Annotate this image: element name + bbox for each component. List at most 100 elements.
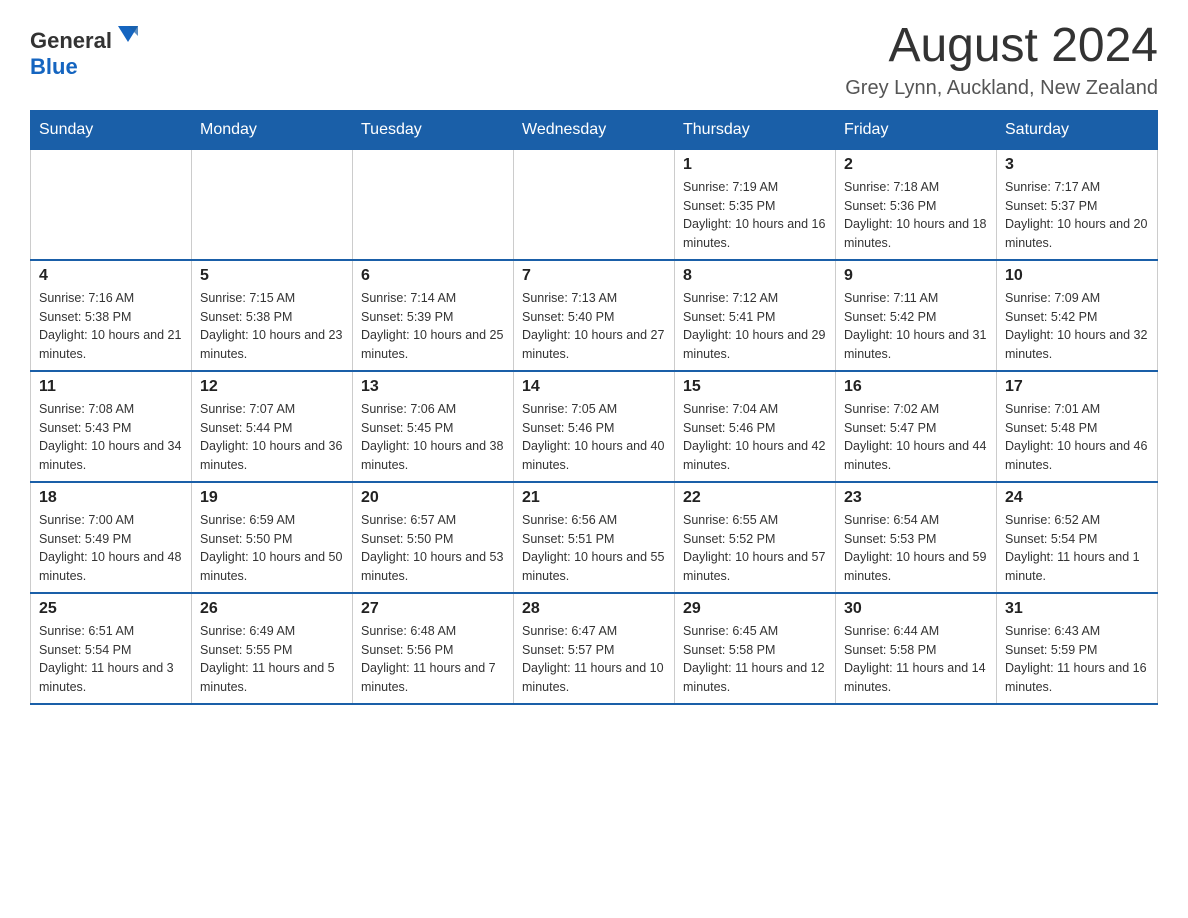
day-number: 27 bbox=[361, 600, 505, 618]
day-number: 28 bbox=[522, 600, 666, 618]
calendar-cell bbox=[192, 149, 353, 260]
calendar-cell: 26 Sunrise: 6:49 AM Sunset: 5:55 PM Dayli… bbox=[192, 593, 353, 704]
day-number: 15 bbox=[683, 378, 827, 396]
column-header-monday: Monday bbox=[192, 110, 353, 149]
day-number: 26 bbox=[200, 600, 344, 618]
calendar-cell bbox=[514, 149, 675, 260]
day-info: Sunrise: 7:12 AM Sunset: 5:41 PM Dayligh… bbox=[683, 289, 827, 364]
day-number: 12 bbox=[200, 378, 344, 396]
calendar-cell: 14Sunrise: 7:05 AM Sunset: 5:46 PM Dayli… bbox=[514, 371, 675, 482]
calendar-cell: 30Sunrise: 6:44 AM Sunset: 5:58 PM Dayli… bbox=[836, 593, 997, 704]
day-number: 13 bbox=[361, 378, 505, 396]
column-header-friday: Friday bbox=[836, 110, 997, 149]
day-info: Sunrise: 7:07 AM Sunset: 5:44 PM Dayligh… bbox=[200, 400, 344, 475]
day-info: Sunrise: 6:59 AM Sunset: 5:50 PM Dayligh… bbox=[200, 511, 344, 586]
day-info: Sunrise: 6:57 AM Sunset: 5:50 PM Dayligh… bbox=[361, 511, 505, 586]
calendar-cell: 28 Sunrise: 6:47 AM Sunset: 5:57 PM Dayli… bbox=[514, 593, 675, 704]
day-number: 21 bbox=[522, 489, 666, 507]
calendar-cell: 29 Sunrise: 6:45 AM Sunset: 5:58 PM Dayli… bbox=[675, 593, 836, 704]
column-header-wednesday: Wednesday bbox=[514, 110, 675, 149]
day-info: Sunrise: 7:17 AM Sunset: 5:37 PM Dayligh… bbox=[1005, 178, 1149, 253]
calendar-cell: 27 Sunrise: 6:48 AM Sunset: 5:56 PM Dayli… bbox=[353, 593, 514, 704]
day-number: 5 bbox=[200, 267, 344, 285]
day-info: Sunrise: 6:47 AM Sunset: 5:57 PM Dayligh… bbox=[522, 622, 666, 697]
calendar-cell: 17Sunrise: 7:01 AM Sunset: 5:48 PM Dayli… bbox=[997, 371, 1158, 482]
day-number: 7 bbox=[522, 267, 666, 285]
day-info: Sunrise: 7:13 AM Sunset: 5:40 PM Dayligh… bbox=[522, 289, 666, 364]
page-header: General Blue August 2024 Grey Lynn, Auck… bbox=[30, 20, 1158, 100]
logo-triangle-icon bbox=[114, 20, 142, 48]
day-info: Sunrise: 6:48 AM Sunset: 5:56 PM Dayligh… bbox=[361, 622, 505, 697]
day-info: Sunrise: 6:52 AM Sunset: 5:54 PM Dayligh… bbox=[1005, 511, 1149, 586]
calendar-cell: 2 Sunrise: 7:18 AM Sunset: 5:36 PM Daylig… bbox=[836, 149, 997, 260]
day-info: Sunrise: 7:18 AM Sunset: 5:36 PM Dayligh… bbox=[844, 178, 988, 253]
calendar-cell: 13 Sunrise: 7:06 AM Sunset: 5:45 PM Dayli… bbox=[353, 371, 514, 482]
day-info: Sunrise: 7:11 AM Sunset: 5:42 PM Dayligh… bbox=[844, 289, 988, 364]
calendar-cell: 9Sunrise: 7:11 AM Sunset: 5:42 PM Daylig… bbox=[836, 260, 997, 371]
calendar-table: SundayMondayTuesdayWednesdayThursdayFrid… bbox=[30, 110, 1158, 705]
calendar-cell: 22Sunrise: 6:55 AM Sunset: 5:52 PM Dayli… bbox=[675, 482, 836, 593]
calendar-cell: 24 Sunrise: 6:52 AM Sunset: 5:54 PM Dayli… bbox=[997, 482, 1158, 593]
day-info: Sunrise: 7:09 AM Sunset: 5:42 PM Dayligh… bbox=[1005, 289, 1149, 364]
calendar-cell: 25Sunrise: 6:51 AM Sunset: 5:54 PM Dayli… bbox=[31, 593, 192, 704]
day-info: Sunrise: 6:49 AM Sunset: 5:55 PM Dayligh… bbox=[200, 622, 344, 697]
title-section: August 2024 Grey Lynn, Auckland, New Zea… bbox=[845, 20, 1158, 100]
day-number: 31 bbox=[1005, 600, 1149, 618]
calendar-cell: 10 Sunrise: 7:09 AM Sunset: 5:42 PM Dayli… bbox=[997, 260, 1158, 371]
day-info: Sunrise: 6:56 AM Sunset: 5:51 PM Dayligh… bbox=[522, 511, 666, 586]
logo-text-blue: Blue bbox=[30, 54, 78, 79]
day-number: 17 bbox=[1005, 378, 1149, 396]
day-number: 1 bbox=[683, 156, 827, 174]
calendar-week-row: 25Sunrise: 6:51 AM Sunset: 5:54 PM Dayli… bbox=[31, 593, 1158, 704]
day-info: Sunrise: 6:54 AM Sunset: 5:53 PM Dayligh… bbox=[844, 511, 988, 586]
calendar-cell: 21 Sunrise: 6:56 AM Sunset: 5:51 PM Dayli… bbox=[514, 482, 675, 593]
day-info: Sunrise: 7:14 AM Sunset: 5:39 PM Dayligh… bbox=[361, 289, 505, 364]
day-info: Sunrise: 7:15 AM Sunset: 5:38 PM Dayligh… bbox=[200, 289, 344, 364]
calendar-week-row: 4Sunrise: 7:16 AM Sunset: 5:38 PM Daylig… bbox=[31, 260, 1158, 371]
calendar-cell: 12 Sunrise: 7:07 AM Sunset: 5:44 PM Dayli… bbox=[192, 371, 353, 482]
day-info: Sunrise: 7:00 AM Sunset: 5:49 PM Dayligh… bbox=[39, 511, 183, 586]
day-number: 30 bbox=[844, 600, 988, 618]
day-number: 23 bbox=[844, 489, 988, 507]
day-info: Sunrise: 6:51 AM Sunset: 5:54 PM Dayligh… bbox=[39, 622, 183, 697]
day-number: 11 bbox=[39, 378, 183, 396]
calendar-cell: 5 Sunrise: 7:15 AM Sunset: 5:38 PM Daylig… bbox=[192, 260, 353, 371]
day-number: 20 bbox=[361, 489, 505, 507]
day-number: 4 bbox=[39, 267, 183, 285]
calendar-week-row: 1 Sunrise: 7:19 AM Sunset: 5:35 PM Daylig… bbox=[31, 149, 1158, 260]
calendar-cell: 20 Sunrise: 6:57 AM Sunset: 5:50 PM Dayli… bbox=[353, 482, 514, 593]
column-header-sunday: Sunday bbox=[31, 110, 192, 149]
calendar-cell: 8Sunrise: 7:12 AM Sunset: 5:41 PM Daylig… bbox=[675, 260, 836, 371]
logo-text-general: General bbox=[30, 28, 112, 53]
day-info: Sunrise: 7:04 AM Sunset: 5:46 PM Dayligh… bbox=[683, 400, 827, 475]
calendar-week-row: 11 Sunrise: 7:08 AM Sunset: 5:43 PM Dayli… bbox=[31, 371, 1158, 482]
day-info: Sunrise: 7:08 AM Sunset: 5:43 PM Dayligh… bbox=[39, 400, 183, 475]
column-header-tuesday: Tuesday bbox=[353, 110, 514, 149]
day-number: 2 bbox=[844, 156, 988, 174]
calendar-cell: 16Sunrise: 7:02 AM Sunset: 5:47 PM Dayli… bbox=[836, 371, 997, 482]
calendar-cell: 18 Sunrise: 7:00 AM Sunset: 5:49 PM Dayli… bbox=[31, 482, 192, 593]
logo: General Blue bbox=[30, 20, 142, 80]
day-number: 16 bbox=[844, 378, 988, 396]
calendar-cell: 23 Sunrise: 6:54 AM Sunset: 5:53 PM Dayli… bbox=[836, 482, 997, 593]
calendar-cell bbox=[31, 149, 192, 260]
calendar-cell: 15 Sunrise: 7:04 AM Sunset: 5:46 PM Dayli… bbox=[675, 371, 836, 482]
day-number: 10 bbox=[1005, 267, 1149, 285]
month-year-title: August 2024 bbox=[845, 20, 1158, 73]
day-info: Sunrise: 7:19 AM Sunset: 5:35 PM Dayligh… bbox=[683, 178, 827, 253]
day-number: 24 bbox=[1005, 489, 1149, 507]
day-info: Sunrise: 6:55 AM Sunset: 5:52 PM Dayligh… bbox=[683, 511, 827, 586]
day-info: Sunrise: 7:05 AM Sunset: 5:46 PM Dayligh… bbox=[522, 400, 666, 475]
day-number: 6 bbox=[361, 267, 505, 285]
calendar-cell: 3Sunrise: 7:17 AM Sunset: 5:37 PM Daylig… bbox=[997, 149, 1158, 260]
calendar-cell: 31 Sunrise: 6:43 AM Sunset: 5:59 PM Dayli… bbox=[997, 593, 1158, 704]
day-info: Sunrise: 7:06 AM Sunset: 5:45 PM Dayligh… bbox=[361, 400, 505, 475]
day-info: Sunrise: 6:45 AM Sunset: 5:58 PM Dayligh… bbox=[683, 622, 827, 697]
day-number: 29 bbox=[683, 600, 827, 618]
day-number: 19 bbox=[200, 489, 344, 507]
calendar-cell: 4Sunrise: 7:16 AM Sunset: 5:38 PM Daylig… bbox=[31, 260, 192, 371]
calendar-cell: 1 Sunrise: 7:19 AM Sunset: 5:35 PM Daylig… bbox=[675, 149, 836, 260]
day-info: Sunrise: 6:43 AM Sunset: 5:59 PM Dayligh… bbox=[1005, 622, 1149, 697]
day-number: 18 bbox=[39, 489, 183, 507]
location-subtitle: Grey Lynn, Auckland, New Zealand bbox=[845, 77, 1158, 100]
